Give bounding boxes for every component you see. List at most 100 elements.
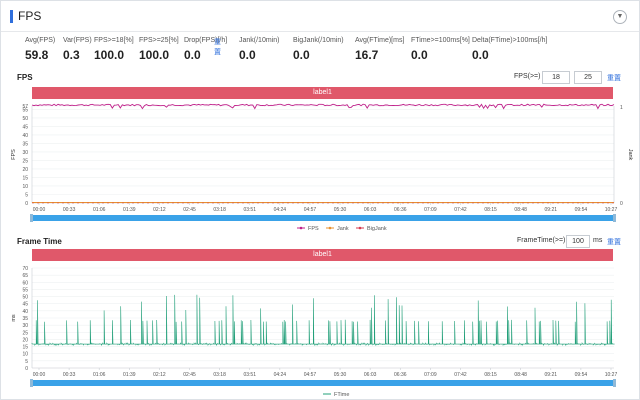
scrollbar-handle-right xyxy=(613,379,616,387)
x-tick-label: 01:39 xyxy=(123,372,136,378)
x-tick-label: 10:27 xyxy=(605,207,618,213)
x-tick-label: 09:54 xyxy=(575,207,588,213)
y-tick-label: 25 xyxy=(22,330,28,336)
legend-marker xyxy=(299,226,303,230)
frame-threshold-unit: ms xyxy=(593,237,603,244)
fps-chart-title: FPS xyxy=(17,73,33,82)
x-tick-label: 07:09 xyxy=(424,372,437,378)
y-tick-label: 40 xyxy=(22,309,28,315)
metric-label: BigJank(/10min) xyxy=(293,37,344,44)
y-tick-label: 15 xyxy=(22,345,28,351)
panel-title: FPS xyxy=(18,9,42,23)
y-tick-label: 50 xyxy=(22,116,28,122)
x-tick-label: 06:36 xyxy=(394,372,407,378)
fps-reset-link[interactable]: 重置 xyxy=(607,73,621,83)
metric-value: 0.0 xyxy=(184,48,201,62)
x-tick-label: 10:27 xyxy=(605,372,618,378)
y-tick-label: 45 xyxy=(22,302,28,308)
fps-panel: FPS ▼ Avg(FPS) 59.8 Var(FPS) 0.3 FPS>=18[%] 1… xyxy=(0,0,640,400)
x-tick-label: 03:51 xyxy=(243,207,256,213)
y-tick-label: 30 xyxy=(22,323,28,329)
x-tick-label: 03:51 xyxy=(243,372,256,378)
y-tick-label: 10 xyxy=(22,184,28,190)
metric-label: Var(FPS) xyxy=(63,37,92,44)
y-tick-label: 5 xyxy=(25,359,28,365)
scrollbar-track xyxy=(32,380,614,386)
metric-label: Avg(FTime)[ms] xyxy=(355,37,405,44)
x-tick-label: 05:30 xyxy=(334,207,347,213)
x-tick-label: 03:18 xyxy=(213,372,226,378)
y-axis-label: FPS xyxy=(11,149,17,160)
x-tick-label: 00:00 xyxy=(33,207,46,213)
fps-series-line xyxy=(31,103,615,110)
scrollbar-handle-left xyxy=(30,379,33,387)
y-tick-label: 65 xyxy=(22,273,28,279)
metric-label: Jank(/10min) xyxy=(239,37,280,44)
x-tick-label: 09:21 xyxy=(545,207,558,213)
frame-reset-link[interactable]: 重置 xyxy=(607,237,621,247)
ftime-series-line xyxy=(31,294,615,347)
metric-value: 16.7 xyxy=(355,48,379,62)
header-accent-bar xyxy=(10,10,13,23)
x-tick-label: 04:57 xyxy=(304,207,317,213)
fps-threshold-input-2[interactable]: 25 xyxy=(574,71,602,84)
metric-value: 0.3 xyxy=(63,48,80,62)
x-tick-label: 07:42 xyxy=(454,207,467,213)
x-tick-label: 01:06 xyxy=(93,372,106,378)
frame-threshold-input[interactable]: 100 xyxy=(566,235,590,248)
metric-value: 0.0 xyxy=(411,48,428,62)
x-tick-label: 04:57 xyxy=(304,372,317,378)
x-tick-label: 00:00 xyxy=(33,372,46,378)
y-axis-label: ms xyxy=(11,314,17,322)
y-tick-label: 35 xyxy=(22,141,28,147)
y-tick-label: 60 xyxy=(22,280,28,286)
panel-header: FPS ▼ xyxy=(1,1,639,32)
x-tick-label: 09:21 xyxy=(545,372,558,378)
fps-threshold-input-1[interactable]: 18 xyxy=(542,71,570,84)
scrollbar-track xyxy=(32,215,614,221)
y-tick-label: 5 xyxy=(25,192,28,198)
x-tick-label: 07:42 xyxy=(454,372,467,378)
x-tick-label: 02:12 xyxy=(153,372,166,378)
x-tick-label: 02:45 xyxy=(183,372,196,378)
fps-label-band: label1 xyxy=(32,87,613,99)
y-tick-label: 55 xyxy=(22,287,28,293)
metric-value: 0.0 xyxy=(293,48,310,62)
legend-label: FTime xyxy=(334,392,349,398)
x-tick-label: 00:33 xyxy=(63,372,76,378)
x-tick-label: 09:54 xyxy=(575,372,588,378)
metric-value: 100.0 xyxy=(94,48,125,62)
x-tick-label: 02:12 xyxy=(153,207,166,213)
x-tick-label: 04:24 xyxy=(274,372,287,378)
fps-chart: 051015202530354045505557FPS00:00 00:33 01:… xyxy=(11,103,633,232)
fps-threshold-label: FPS(>=) xyxy=(514,73,541,80)
x-tick-label: 04:24 xyxy=(274,207,287,213)
y-tick-label: 0 xyxy=(25,201,28,207)
y2-axis-label: Jank xyxy=(627,149,633,161)
metric-value: 59.8 xyxy=(25,48,49,62)
metric-label: Delta(FTime)>100ms[/h] xyxy=(472,37,548,44)
x-tick-label: 03:18 xyxy=(213,207,226,213)
metric-label: FPS>=18[%] xyxy=(94,37,134,44)
y-tick-label: 45 xyxy=(22,124,28,130)
x-tick-label: 07:09 xyxy=(424,207,437,213)
y-tick-label: 70 xyxy=(22,266,28,272)
metric-value: 100.0 xyxy=(139,48,170,62)
scrollbar-handle-right xyxy=(613,214,616,222)
y-tick-label: 0 xyxy=(25,366,28,372)
scrollbar-handle-left xyxy=(30,214,33,222)
legend-label: BigJank xyxy=(367,226,387,232)
x-tick-label: 08:15 xyxy=(484,207,497,213)
legend-label: Jank xyxy=(337,226,349,232)
y-tick-label: 20 xyxy=(22,167,28,173)
y-tick-label: 57 xyxy=(22,104,28,110)
metric-value: 0.0 xyxy=(239,48,256,62)
metric-label: FTime>=100ms[%] xyxy=(411,37,470,44)
y-tick-label: 35 xyxy=(22,316,28,322)
y-tick-label: 50 xyxy=(22,295,28,301)
x-tick-label: 06:03 xyxy=(364,372,377,378)
x-tick-label: 08:48 xyxy=(514,372,527,378)
y2-tick-label: 0 xyxy=(620,201,623,207)
chevron-down-icon[interactable]: ▼ xyxy=(613,10,627,24)
metric-value: 0.0 xyxy=(472,48,489,62)
